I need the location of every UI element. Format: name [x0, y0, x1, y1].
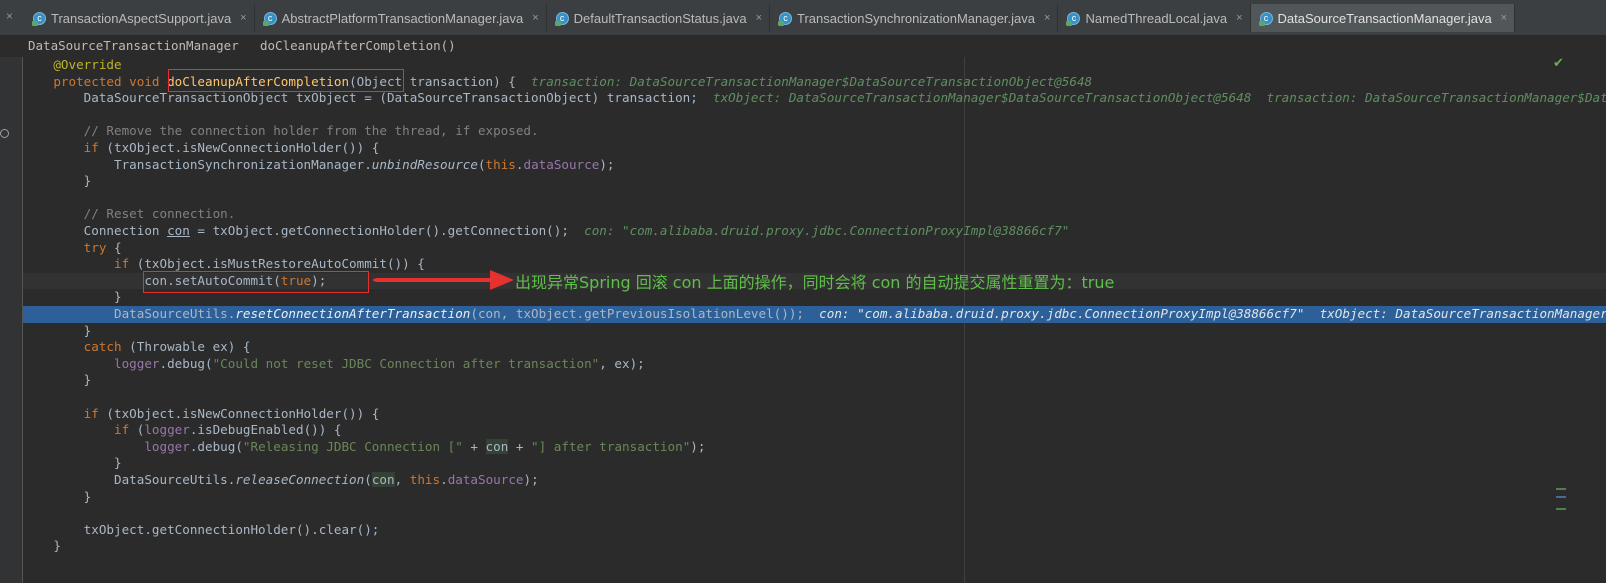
- code-line: if (txObject.isNewConnectionHolder()) {: [83, 140, 380, 155]
- code-line: // Reset connection.: [23, 206, 1606, 223]
- code-line: DataSourceTransactionObject txObject = (…: [23, 90, 1606, 107]
- tab-default-transaction-status[interactable]: c DefaultTransactionStatus.java ×: [547, 4, 771, 32]
- breadcrumb: DataSourceTransactionManager doCleanupAf…: [0, 35, 1606, 57]
- java-class-icon: c: [778, 11, 793, 26]
- tab-label: AbstractPlatformTransactionManager.java: [281, 10, 524, 26]
- code-line: }: [83, 322, 92, 338]
- java-class-icon: c: [32, 11, 46, 26]
- annotation-callout: 出现异常Spring 回滚 con 上面的操作，同时会将 con 的自动提交属性…: [515, 273, 1115, 292]
- code-line: txObject.getConnectionHolder().clear();: [83, 521, 380, 537]
- tab-data-source-transaction-manager[interactable]: c DataSourceTransactionManager.java ×: [1250, 4, 1516, 32]
- code-editor[interactable]: @Override protected void doCleanupAfterC…: [23, 57, 1606, 583]
- code-line: // Remove the connection holder from the…: [23, 123, 1606, 140]
- scroll-marker: [1556, 488, 1566, 490]
- code-line: catch (Throwable ex) {: [83, 339, 251, 355]
- java-class-icon: c: [262, 11, 277, 26]
- editor-gutter[interactable]: [0, 57, 23, 583]
- code-line: }: [83, 488, 92, 504]
- code-line: logger.debug("Releasing JDBC Connection …: [144, 438, 706, 454]
- tab-label: TransactionAspectSupport.java: [51, 10, 232, 26]
- override-marker-icon[interactable]: [0, 129, 9, 138]
- debug-inline-hint: con: "com.alibaba.druid.proxy.jdbc.Conne…: [584, 223, 1070, 238]
- code-line: Connection con = txObject.getConnectionH…: [83, 223, 1070, 238]
- tab-transaction-aspect-support[interactable]: c TransactionAspectSupport.java ×: [24, 4, 255, 32]
- code-line: }: [83, 173, 92, 189]
- code-line: logger.debug("Could not reset JDBC Conne…: [114, 355, 645, 371]
- code-line: DataSourceUtils.releaseConnection(con, t…: [114, 472, 539, 487]
- scroll-marker: [1556, 508, 1566, 510]
- statement-highlight-box: [143, 271, 369, 293]
- code-line: }: [53, 538, 61, 554]
- tab-named-thread-local[interactable]: c NamedThreadLocal.java ×: [1058, 4, 1251, 32]
- scrollbar-markers[interactable]: [1556, 488, 1566, 518]
- arrow-right-icon: [372, 270, 514, 290]
- tab-abstract-platform-transaction-manager[interactable]: c AbstractPlatformTransactionManager.jav…: [255, 4, 547, 32]
- close-icon[interactable]: ×: [1501, 12, 1507, 24]
- inspection-ok-icon[interactable]: ✔: [1553, 56, 1564, 71]
- close-icon[interactable]: ×: [1044, 12, 1050, 24]
- tab-label: TransactionSynchronizationManager.java: [797, 10, 1036, 26]
- code-line: if (logger.isDebugEnabled()) {: [114, 422, 342, 438]
- close-icon[interactable]: ×: [532, 12, 538, 24]
- tab-label: DataSourceTransactionManager.java: [1277, 10, 1492, 26]
- tab-label: DefaultTransactionStatus.java: [573, 10, 747, 26]
- code-line: }: [83, 372, 92, 388]
- java-class-icon: c: [1066, 11, 1081, 26]
- close-icon[interactable]: ×: [756, 12, 762, 24]
- scroll-marker: [1556, 496, 1566, 498]
- tab-transaction-synchronization-manager[interactable]: c TransactionSynchronizationManager.java…: [770, 4, 1059, 32]
- editor-tab-bar: × c TransactionAspectSupport.java × c Ab…: [0, 0, 1606, 36]
- annotation-override: @Override: [53, 57, 122, 72]
- close-icon[interactable]: ×: [1236, 12, 1242, 24]
- tab-label: NamedThreadLocal.java: [1085, 10, 1228, 26]
- breadcrumb-method[interactable]: doCleanupAfterCompletion(): [260, 35, 456, 57]
- method-highlight-box: [168, 69, 404, 92]
- code-comment: // Reset connection.: [83, 206, 236, 222]
- code-line: }: [114, 455, 122, 471]
- debug-inline-hint: transaction: DataSourceTransactionManage…: [531, 73, 1093, 89]
- tab-list: c TransactionAspectSupport.java × c Abst…: [24, 4, 1516, 34]
- java-class-icon: c: [1258, 11, 1273, 26]
- breadcrumb-class[interactable]: DataSourceTransactionManager: [28, 35, 239, 57]
- code-line: try {: [83, 239, 122, 255]
- code-line: if (txObject.isNewConnectionHolder()) {: [83, 405, 380, 421]
- execution-point-line: DataSourceUtils.resetConnectionAfterTran…: [23, 306, 1606, 323]
- debug-inline-hint: con: "com.alibaba.druid.proxy.jdbc.Conne…: [819, 306, 1606, 321]
- debug-inline-hint: txObject: DataSourceTransactionManager$D…: [713, 90, 1606, 106]
- java-class-icon: c: [554, 11, 569, 26]
- code-comment: // Remove the connection holder from the…: [83, 123, 539, 139]
- close-icon[interactable]: ×: [240, 12, 246, 24]
- close-icon[interactable]: ×: [6, 9, 13, 23]
- code-line: TransactionSynchronizationManager.unbind…: [114, 156, 615, 172]
